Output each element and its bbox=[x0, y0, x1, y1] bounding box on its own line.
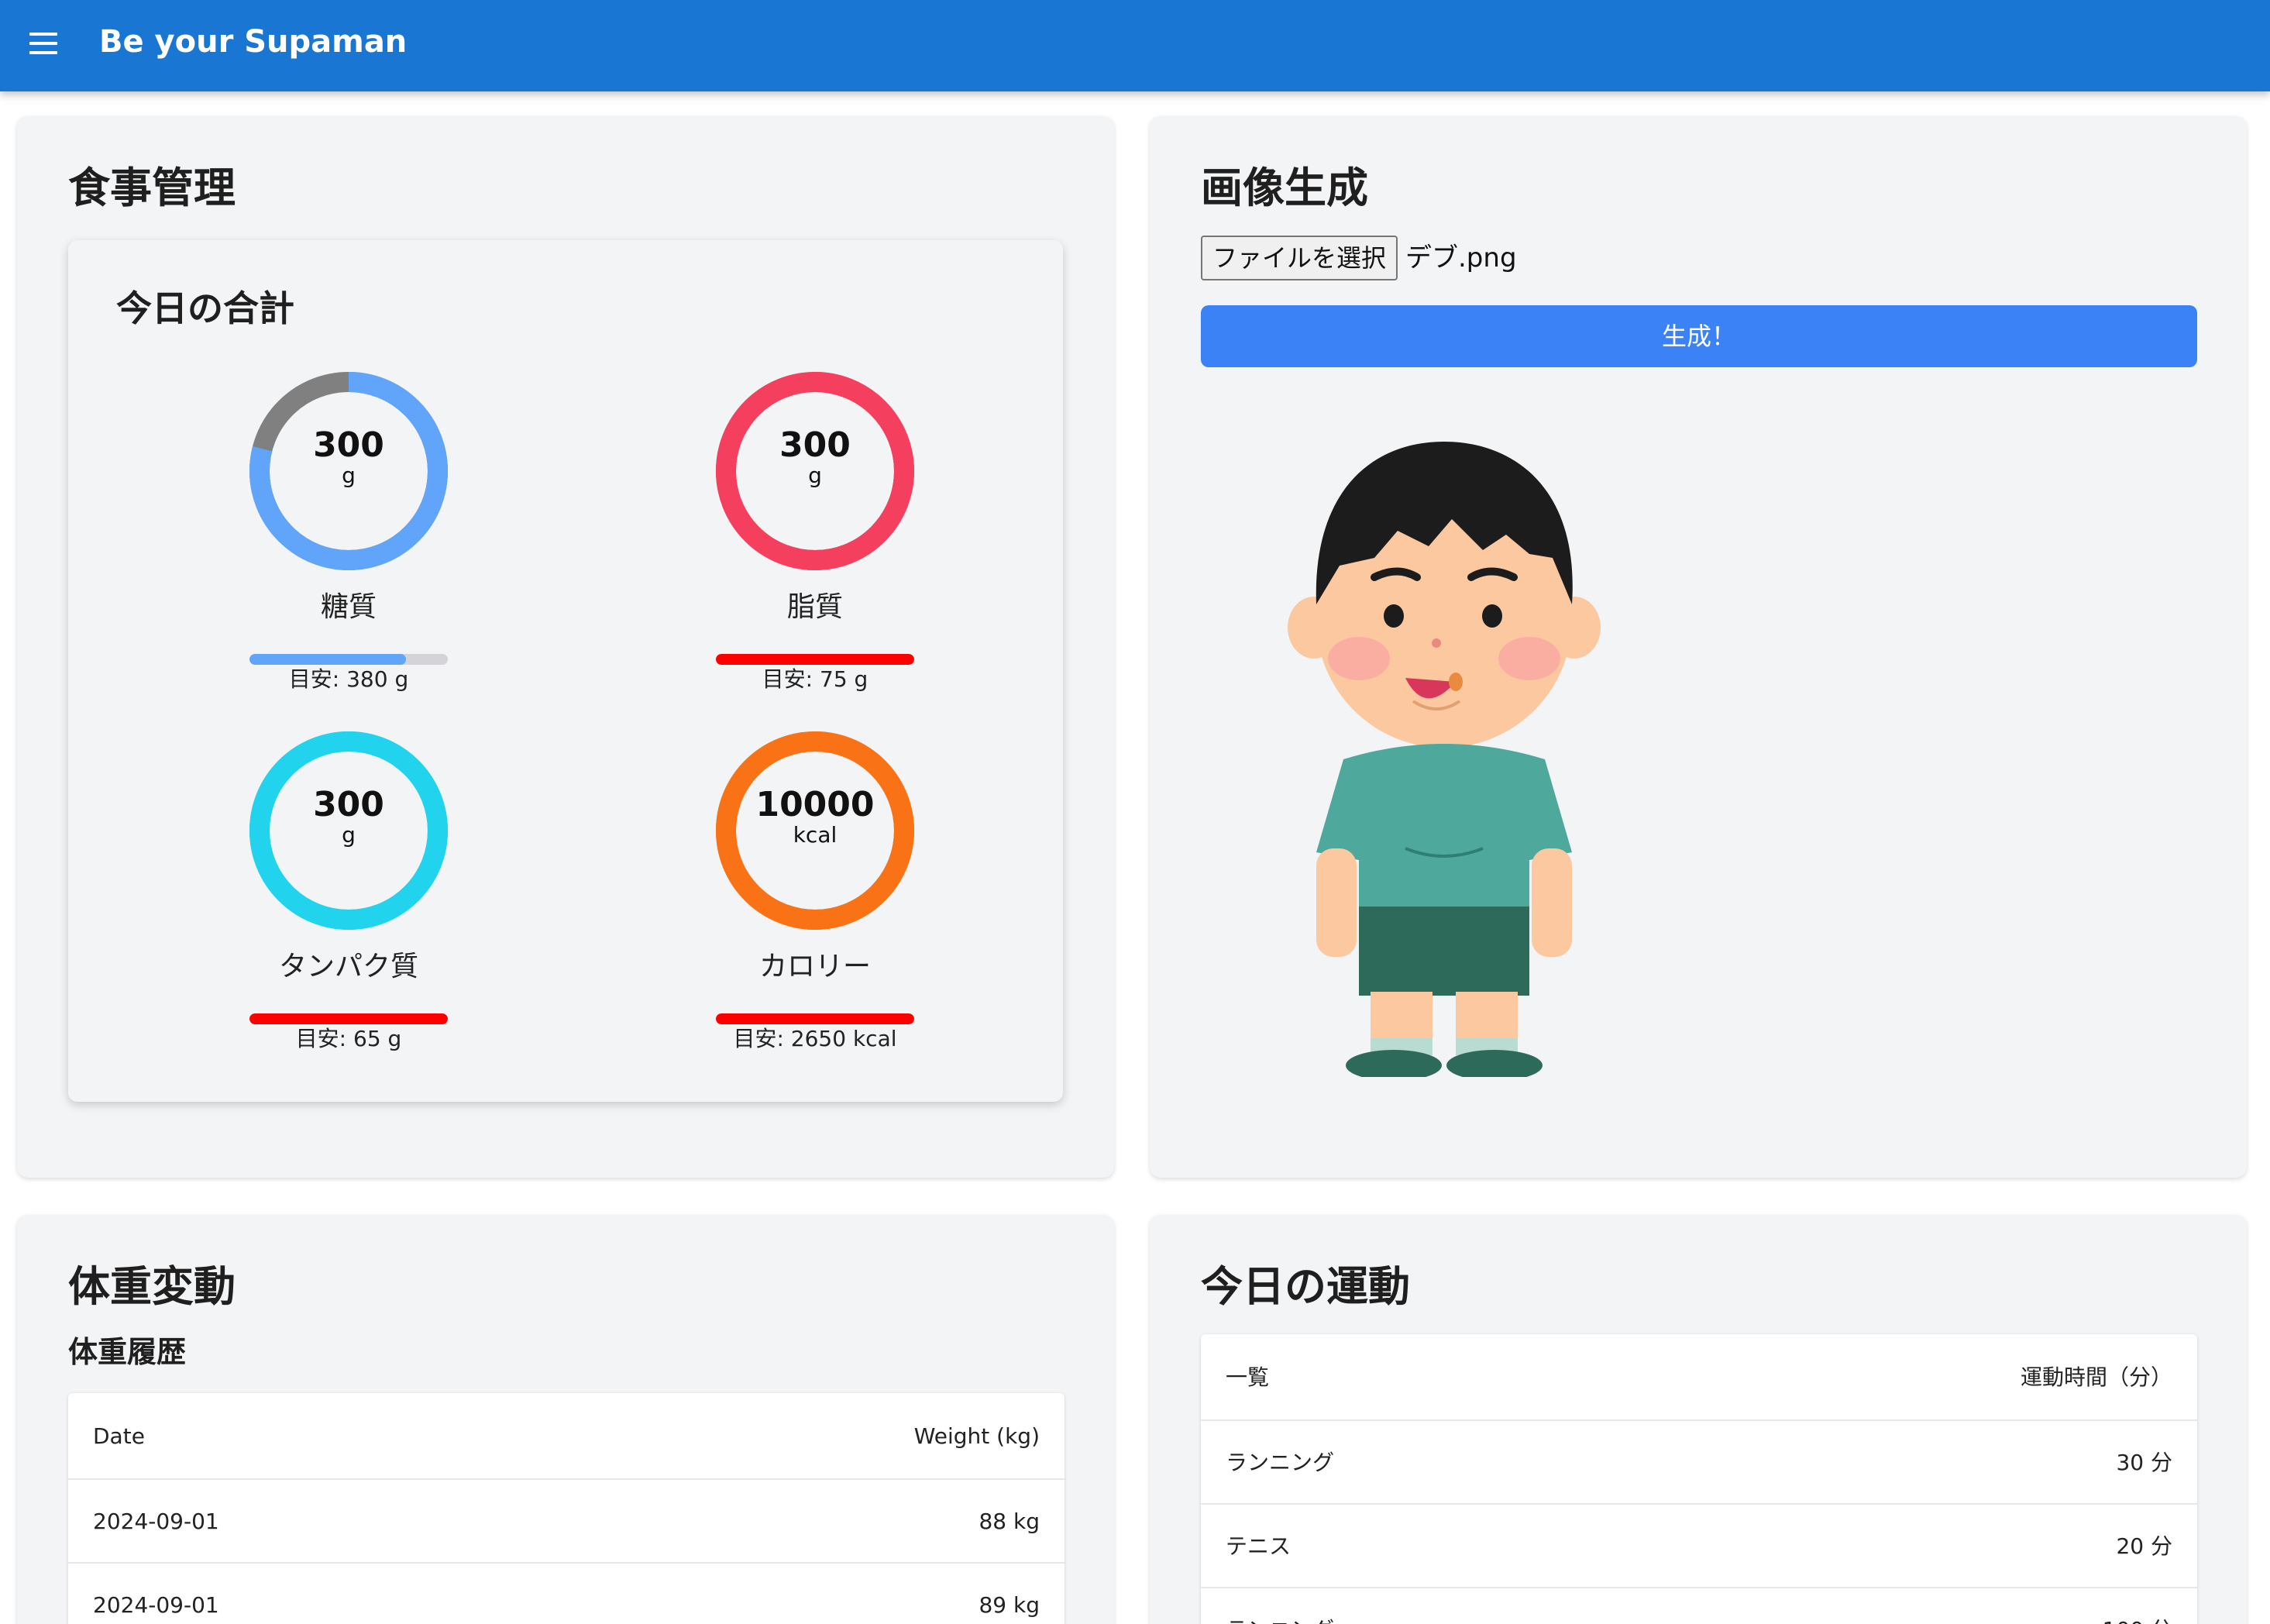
weight-change-title: 体重変動 bbox=[68, 1262, 236, 1311]
protein-unit: g bbox=[342, 822, 356, 848]
carbs-label: 糖質 bbox=[320, 591, 377, 623]
protein-ring-chart: 300 g bbox=[249, 731, 448, 930]
exercise-minutes: 100 分 bbox=[2103, 1588, 2172, 1624]
protein-target: 目安: 65 g bbox=[295, 1026, 402, 1051]
carbs-unit: g bbox=[342, 463, 356, 488]
table-row[interactable]: 2024-09-01 88 kg bbox=[68, 1480, 1064, 1564]
weight-history-title: 体重履歴 bbox=[68, 1335, 187, 1369]
carbs-ring-chart: 300 g bbox=[249, 372, 448, 570]
table-header-row: Date Weight (kg) bbox=[68, 1393, 1064, 1480]
fat-label: 脂質 bbox=[786, 591, 843, 623]
image-generation-title: 画像生成 bbox=[1201, 163, 1368, 212]
calories-value: 10000 bbox=[755, 785, 875, 824]
file-select-button[interactable]: ファイルを選択 bbox=[1201, 236, 1398, 280]
fat-progress-bar bbox=[716, 654, 914, 665]
calories-target: 目安: 2650 kcal bbox=[733, 1026, 897, 1051]
calories-label: カロリー bbox=[758, 951, 871, 982]
table-row[interactable]: テニス 20 分 bbox=[1201, 1505, 2197, 1588]
meal-management-title: 食事管理 bbox=[68, 163, 236, 212]
app-bar: Be your Supaman bbox=[0, 0, 2270, 91]
generate-button[interactable]: 生成！ bbox=[1201, 305, 2197, 367]
carbs-target: 目安: 380 g bbox=[288, 666, 409, 692]
calories-unit: kcal bbox=[793, 822, 837, 848]
weight-date: 2024-09-01 bbox=[93, 1509, 219, 1534]
exercise-name: ランニング bbox=[1226, 1450, 1335, 1475]
fat-unit: g bbox=[808, 463, 822, 488]
daily-total-title: 今日の合計 bbox=[116, 287, 294, 329]
table-row[interactable]: 2024-09-01 89 kg bbox=[68, 1564, 1064, 1624]
carbs-progress-bar bbox=[249, 654, 448, 665]
weight-change-card: 体重変動 体重履歴 Date Weight (kg) 2024-09-01 88… bbox=[17, 1215, 1114, 1624]
fat-value: 300 bbox=[779, 425, 851, 465]
fat-target: 目安: 75 g bbox=[762, 666, 868, 692]
image-generation-card: 画像生成 ファイルを選択 デブ.png 生成！ bbox=[1150, 116, 2247, 1178]
calories-progress-bar bbox=[716, 1013, 914, 1024]
daily-total-card: 今日の合計 300 g 糖質 目安: 380 g 300 g 脂質 目安: 75… bbox=[68, 240, 1063, 1102]
column-header-duration: 運動時間（分） bbox=[2020, 1364, 2172, 1390]
weight-value: 89 kg bbox=[979, 1592, 1040, 1618]
exercise-minutes: 30 分 bbox=[2116, 1450, 2172, 1475]
protein-value: 300 bbox=[313, 785, 384, 824]
weight-date: 2024-09-01 bbox=[93, 1592, 219, 1618]
exercise-name: ランニング bbox=[1226, 1588, 1334, 1624]
column-header-list: 一覧 bbox=[1226, 1364, 1270, 1390]
selected-file-name: デブ.png bbox=[1405, 243, 1517, 274]
table-row[interactable]: ランニング 30 分 bbox=[1201, 1421, 2197, 1505]
exercise-name: テニス bbox=[1226, 1533, 1291, 1559]
table-row[interactable]: ランニング 100 分 bbox=[1201, 1588, 2197, 1624]
column-header-weight: Weight (kg) bbox=[913, 1423, 1040, 1449]
todays-exercise-card: 今日の運動 一覧 運動時間（分） ランニング 30 分 テニス 20 分 ランニ… bbox=[1150, 1215, 2247, 1624]
meal-management-card: 食事管理 今日の合計 300 g 糖質 目安: 380 g 300 g 脂質 目… bbox=[17, 116, 1114, 1178]
exercise-minutes: 20 分 bbox=[2116, 1533, 2172, 1559]
weight-history-table: Date Weight (kg) 2024-09-01 88 kg 2024-0… bbox=[68, 1393, 1064, 1624]
protein-progress-bar bbox=[249, 1013, 448, 1024]
todays-exercise-title: 今日の運動 bbox=[1201, 1262, 1410, 1311]
table-header-row: 一覧 運動時間（分） bbox=[1201, 1334, 2197, 1421]
column-header-date: Date bbox=[93, 1423, 145, 1449]
app-title: Be your Supaman bbox=[99, 24, 408, 60]
carbs-value: 300 bbox=[313, 425, 384, 465]
weight-value: 88 kg bbox=[979, 1509, 1040, 1534]
hamburger-menu-icon[interactable] bbox=[29, 33, 57, 56]
calories-ring-chart: 10000 kcal bbox=[716, 731, 914, 930]
exercise-table: 一覧 運動時間（分） ランニング 30 分 テニス 20 分 ランニング 100… bbox=[1201, 1334, 2197, 1624]
fat-ring-chart: 300 g bbox=[716, 372, 914, 570]
character-illustration bbox=[1288, 442, 1601, 1077]
protein-label: タンパク質 bbox=[278, 951, 418, 982]
